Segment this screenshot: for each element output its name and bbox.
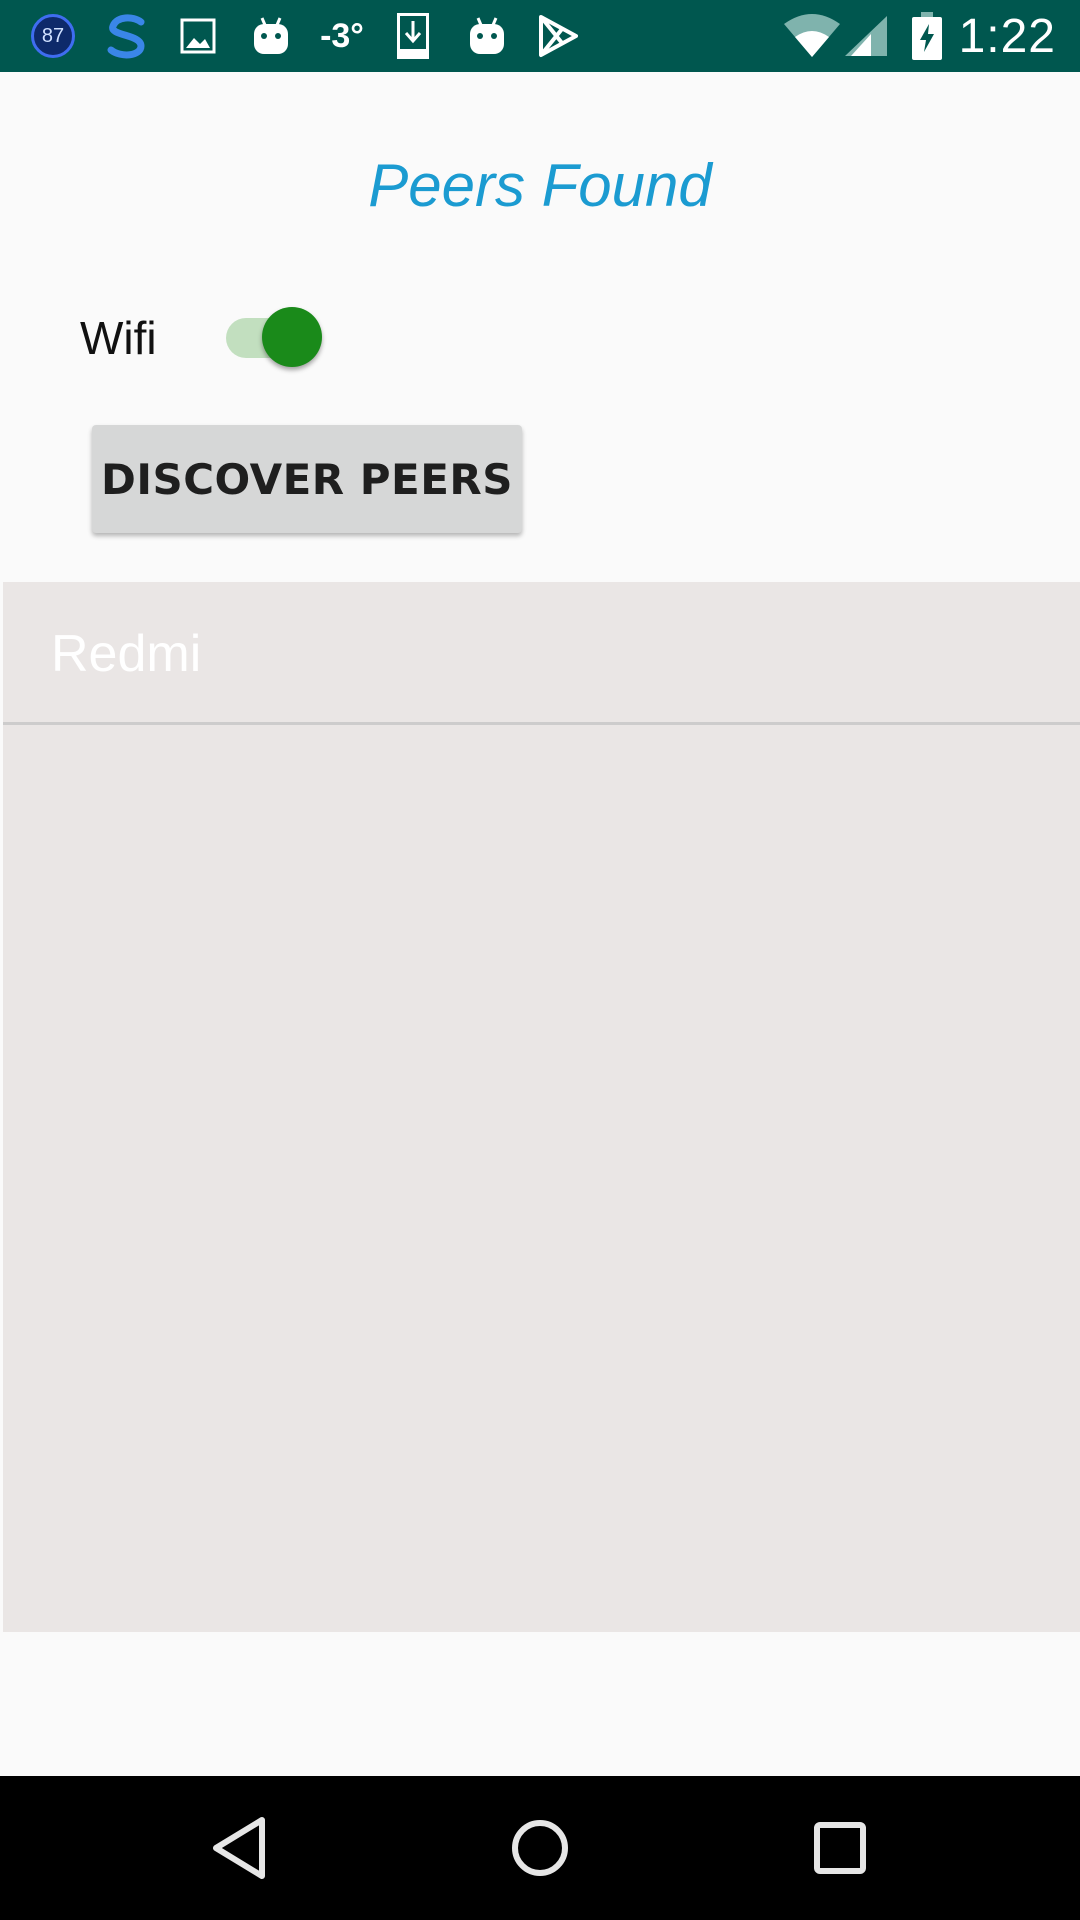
temperature: -3°	[320, 16, 364, 55]
wifi-label: Wifi	[80, 312, 157, 364]
notification-badge: 87	[31, 14, 75, 58]
peer-name: Redmi	[51, 625, 202, 683]
image-icon	[178, 0, 218, 72]
android-icon	[250, 0, 292, 72]
status-bar: 87 -3° 1:22	[0, 0, 1080, 72]
wifi-toggle[interactable]	[226, 304, 326, 368]
battery-charging-icon	[908, 0, 946, 72]
android-icon	[466, 0, 508, 72]
list-item[interactable]: Redmi	[3, 582, 1080, 725]
counter-badge-icon: 87	[28, 0, 78, 72]
s-app-icon	[100, 0, 154, 72]
clock: 1:22	[958, 9, 1056, 63]
toggle-thumb	[262, 307, 322, 367]
download-icon	[396, 0, 430, 72]
play-store-icon	[536, 0, 580, 72]
wifi-icon	[782, 0, 842, 72]
nav-bar	[0, 1776, 1080, 1920]
back-icon[interactable]	[190, 1798, 290, 1898]
signal-icon	[842, 0, 890, 72]
peer-list[interactable]: Redmi	[3, 582, 1080, 1632]
recents-icon[interactable]	[790, 1798, 890, 1898]
home-icon[interactable]	[490, 1798, 590, 1898]
discover-peers-button[interactable]: DISCOVER PEERS	[92, 425, 522, 533]
page-title: Peers Found	[368, 152, 712, 219]
